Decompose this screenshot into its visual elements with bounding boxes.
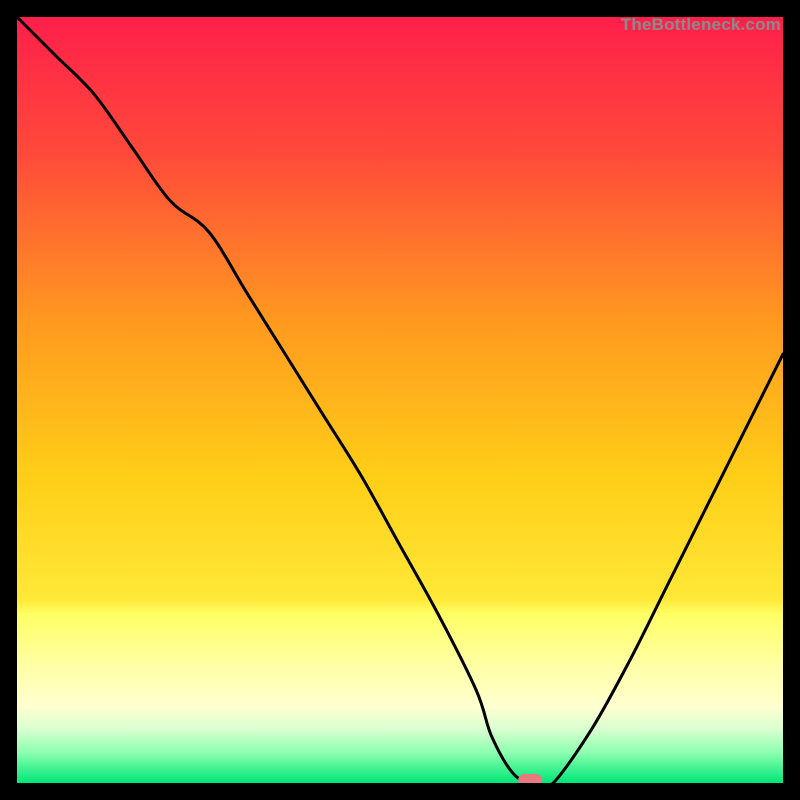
chart-frame: TheBottleneck.com (17, 17, 783, 783)
gradient-background (17, 17, 783, 783)
watermark-label: TheBottleneck.com (621, 15, 781, 35)
bottleneck-chart (17, 17, 783, 783)
optimal-marker (518, 774, 542, 783)
